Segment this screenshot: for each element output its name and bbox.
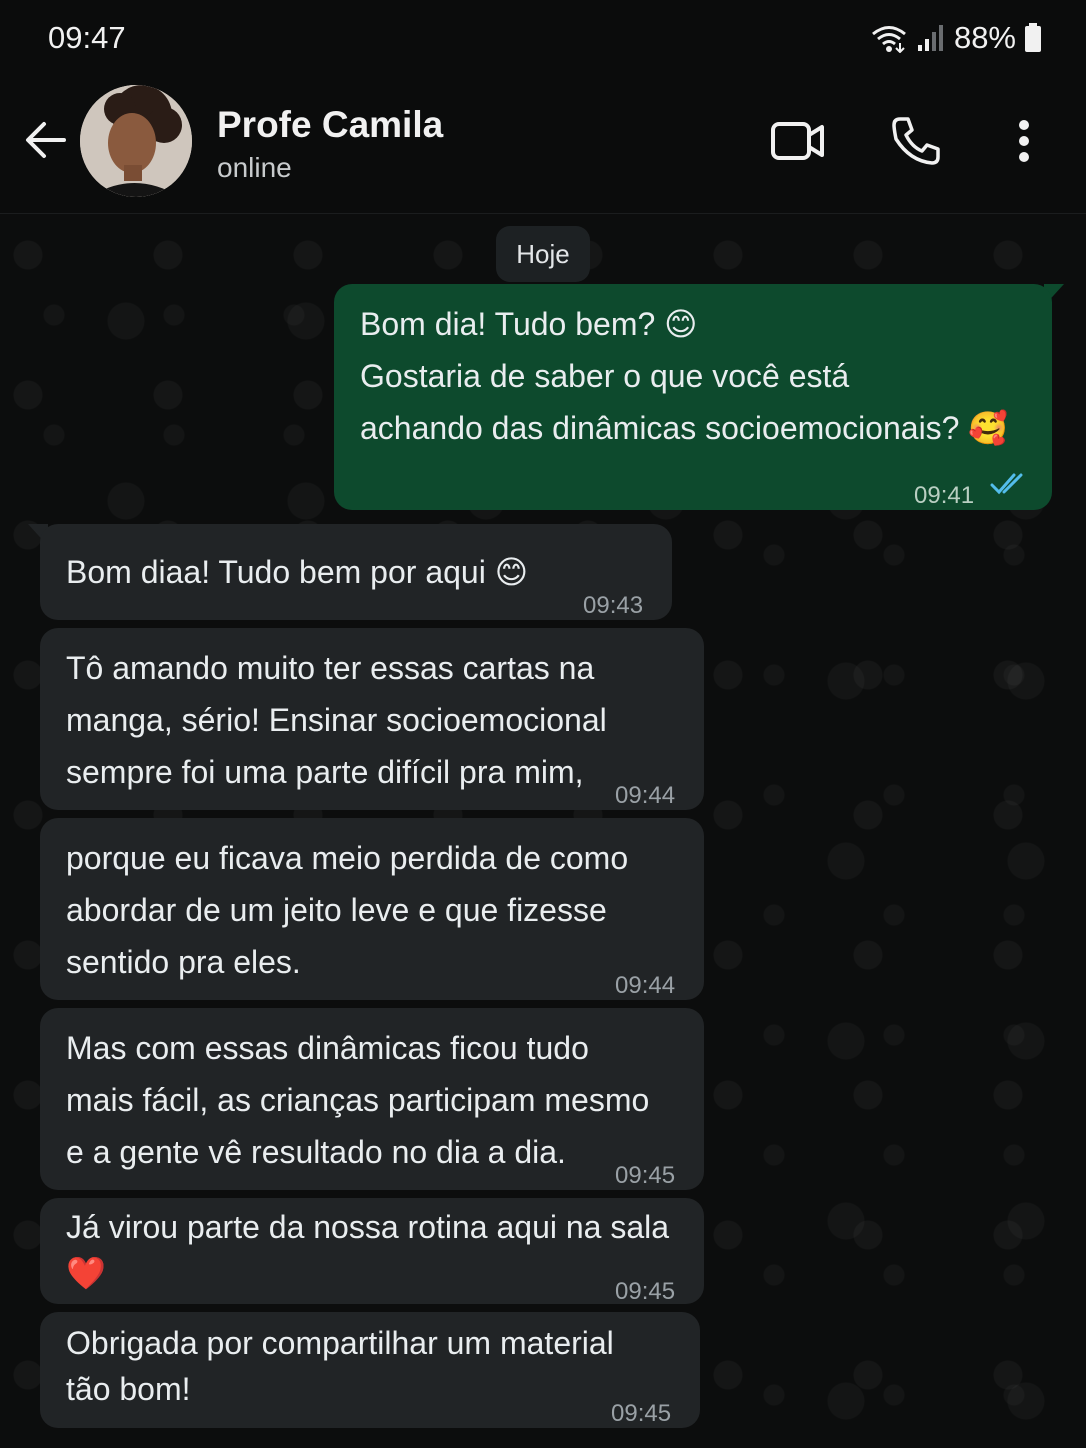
more-options-button[interactable] xyxy=(994,114,1054,168)
message-bubble-incoming[interactable]: Bom diaa! Tudo bem por aqui 😊 09:43 xyxy=(40,524,672,620)
video-camera-icon xyxy=(771,122,824,160)
status-bar: 09:47 88% xyxy=(0,0,1086,76)
message-text: Bom diaa! Tudo bem por aqui 😊 xyxy=(66,554,529,590)
message-time: 09:44 xyxy=(615,782,676,809)
message-bubble-outgoing[interactable]: Bom dia! Tudo bem? 😊 Gostaria de saber o… xyxy=(334,284,1052,510)
message-bubble-incoming[interactable]: porque eu ficava meio perdida de como ab… xyxy=(40,818,704,1000)
phone-icon xyxy=(892,117,940,165)
message-bubble-incoming[interactable]: Tô amando muito ter essas cartas na mang… xyxy=(40,628,704,810)
video-call-button[interactable] xyxy=(768,114,828,168)
message-time: 09:43 xyxy=(583,592,644,619)
battery-percentage: 88% xyxy=(953,20,1016,55)
message-text: Obrigada por compartilhar um material tã… xyxy=(66,1325,614,1407)
back-button[interactable] xyxy=(22,116,70,164)
contact-name[interactable]: Profe Camila xyxy=(217,104,443,146)
more-vertical-icon xyxy=(1019,120,1029,162)
message-text: Já virou parte da nossa rotina aqui na s… xyxy=(66,1209,670,1291)
battery-icon xyxy=(1025,23,1041,52)
message-text: Tô amando muito ter essas cartas na mang… xyxy=(66,650,607,790)
date-separator: Hoje xyxy=(496,226,590,282)
message-bubble-incoming[interactable]: Já virou parte da nossa rotina aqui na s… xyxy=(40,1198,704,1305)
back-arrow-icon xyxy=(26,122,66,158)
double-check-read-icon xyxy=(990,473,1023,495)
message-time: 09:45 xyxy=(615,1278,676,1305)
message-time: 09:44 xyxy=(615,972,676,999)
chat-header: Profe Camila online xyxy=(0,76,1086,214)
message-time: 09:45 xyxy=(615,1162,676,1189)
message-text: Bom dia! Tudo bem? 😊 Gostaria de saber o… xyxy=(360,306,1009,446)
message-text: Mas com essas dinâmicas ficou tudo mais … xyxy=(66,1030,650,1170)
signal-icon xyxy=(917,25,943,51)
contact-status: online xyxy=(217,152,292,183)
wifi-icon xyxy=(872,26,906,53)
status-time: 09:47 xyxy=(48,20,126,55)
message-bubble-incoming[interactable]: Mas com essas dinâmicas ficou tudo mais … xyxy=(40,1008,704,1190)
message-text: porque eu ficava meio perdida de como ab… xyxy=(66,840,629,980)
message-bubble-incoming[interactable]: Obrigada por compartilhar um material tã… xyxy=(40,1312,700,1428)
voice-call-button[interactable] xyxy=(886,114,946,168)
message-time: 09:45 xyxy=(611,1400,672,1427)
contact-avatar[interactable] xyxy=(80,85,192,197)
message-time: 09:41 xyxy=(914,482,975,509)
status-indicators: 88% xyxy=(870,20,1042,56)
